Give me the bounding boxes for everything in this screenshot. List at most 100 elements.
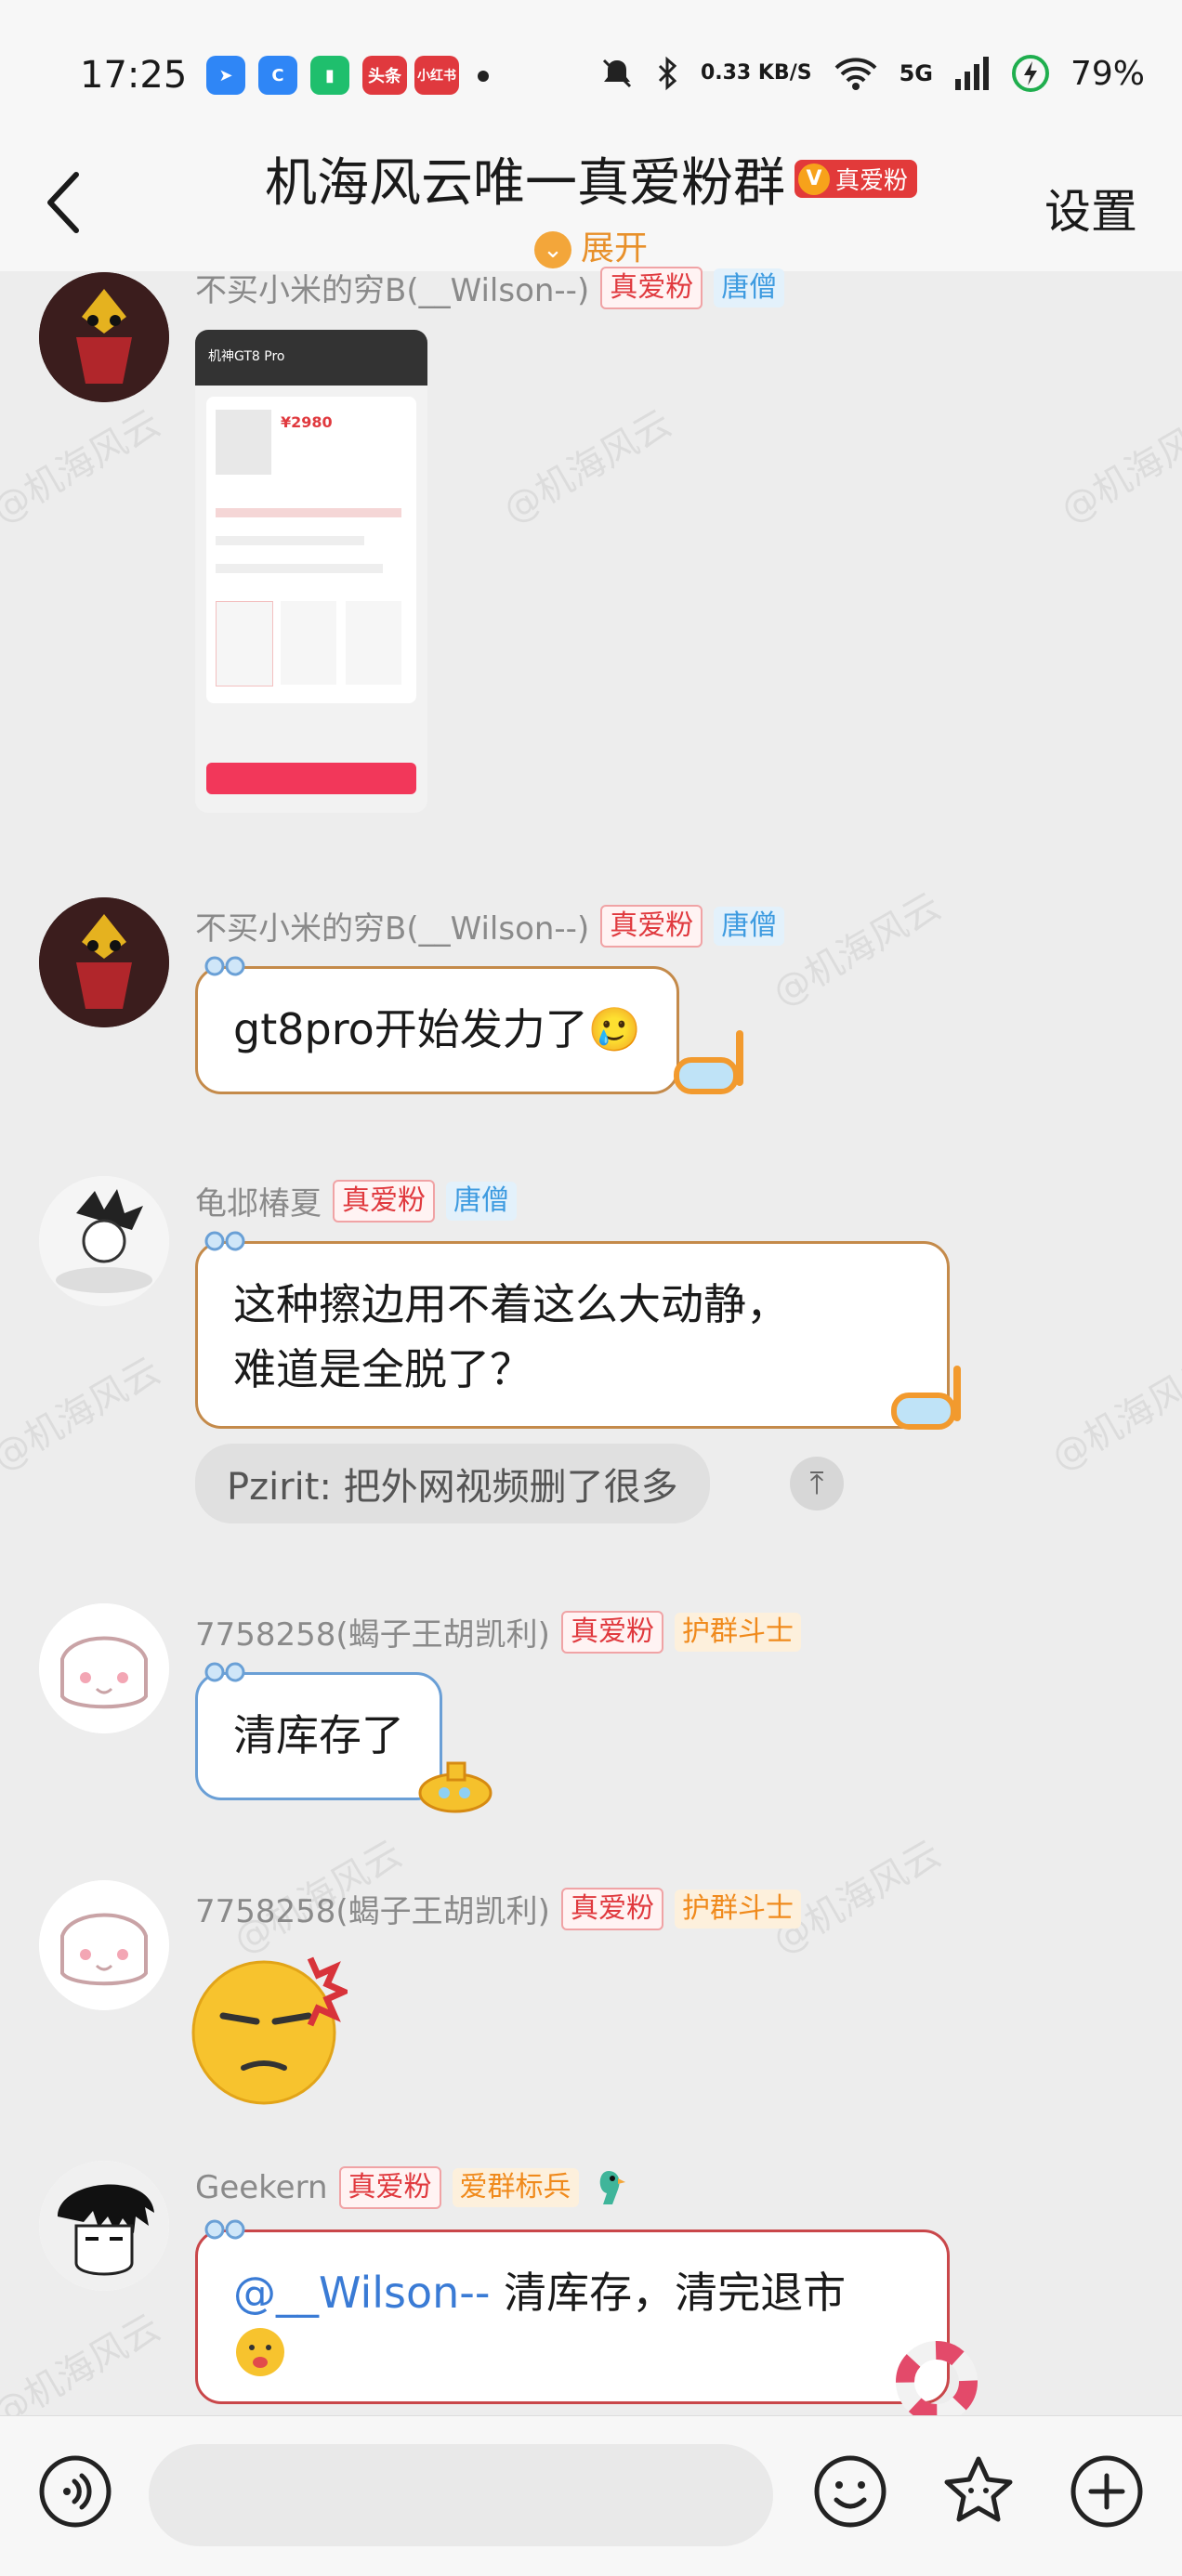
message-bubble[interactable]: gt8pro开始发力了🥲 bbox=[195, 956, 680, 1094]
tag-title: 爱群标兵 bbox=[452, 2168, 579, 2207]
message-emoji bbox=[233, 2325, 912, 2397]
message-input[interactable] bbox=[149, 2444, 773, 2546]
shot-line bbox=[216, 508, 401, 517]
goggles-icon bbox=[204, 1231, 245, 1251]
group-title[interactable]: 机海风云唯一真爱粉群 V 真爱粉 bbox=[0, 141, 1182, 216]
voice-icon[interactable] bbox=[37, 2453, 113, 2530]
avatar-cute-face-image bbox=[39, 1880, 169, 2010]
sender-name[interactable]: 7758258(蝎子王胡凯利) bbox=[195, 1609, 550, 1654]
chevron-down-icon: ⌄ bbox=[533, 231, 571, 268]
avatar[interactable] bbox=[39, 1176, 169, 1306]
tag-fan: 真爱粉 bbox=[600, 904, 703, 948]
star-face-icon[interactable] bbox=[940, 2453, 1017, 2530]
expand-button[interactable]: ⌄ 展开 bbox=[0, 221, 1182, 269]
signal-bars-icon bbox=[954, 57, 989, 90]
shot-buy-button bbox=[206, 763, 416, 794]
sender-name[interactable]: Geekern bbox=[195, 2169, 328, 2206]
watermark: @机海风云 bbox=[0, 401, 168, 532]
bluetooth-icon bbox=[658, 56, 677, 91]
shot-line bbox=[216, 536, 364, 545]
mention-link[interactable]: @__Wilson-- bbox=[233, 2268, 491, 2318]
tag-fan: 真爱粉 bbox=[338, 2166, 441, 2209]
tag-title: 唐僧 bbox=[714, 906, 785, 946]
goggles-icon bbox=[204, 1662, 245, 1682]
avatar[interactable] bbox=[39, 2161, 169, 2291]
xiaohongshu-icon: 小红书 bbox=[414, 56, 459, 95]
notification-dot-icon bbox=[478, 71, 489, 82]
shot-card: ¥2980 bbox=[206, 397, 416, 703]
tencent-news-icon: ➤ bbox=[206, 56, 245, 95]
status-right: 0.33 KB/S 5G 79% bbox=[598, 54, 1145, 93]
watermark: @机海风云 bbox=[495, 401, 679, 532]
image-message[interactable]: 机神GT8 Pro ¥2980 bbox=[195, 330, 427, 813]
mute-bell-icon bbox=[602, 59, 631, 88]
message-text: 清库存，清完退市 bbox=[490, 2268, 847, 2318]
signal-label: 5G bbox=[899, 60, 933, 86]
sender-row: 不买小米的穷B(__Wilson--) 真爱粉 唐僧 bbox=[195, 903, 785, 948]
message-bubble[interactable]: 清库存了 bbox=[195, 1662, 442, 1800]
tag-fan: 真爱粉 bbox=[333, 1179, 435, 1223]
sender-row: 7758258(蝎子王胡凯利) 真爱粉 护群斗士 bbox=[195, 1609, 801, 1654]
emoji-icon[interactable] bbox=[812, 2453, 888, 2530]
battery-level: 79% bbox=[1070, 54, 1145, 93]
goggles-icon bbox=[204, 956, 245, 976]
avatar[interactable] bbox=[39, 272, 169, 402]
shot-thumb bbox=[281, 601, 336, 685]
shot-line bbox=[216, 564, 383, 573]
status-time: 17:25 bbox=[80, 54, 188, 97]
shot-product-image bbox=[216, 410, 271, 475]
kuaikan-icon: C bbox=[258, 56, 297, 95]
shot-thumb bbox=[216, 601, 273, 686]
settings-button[interactable]: 设置 bbox=[1044, 175, 1137, 242]
watermark: @机海风云 bbox=[765, 884, 949, 1015]
sender-row: 7758258(蝎子王胡凯利) 真爱粉 护群斗士 bbox=[195, 1886, 801, 1931]
quoted-reply[interactable]: Pzirit: 把外网视频删了很多 bbox=[195, 1444, 710, 1523]
tag-fan: 真爱粉 bbox=[560, 1610, 663, 1654]
chat-header: 机海风云唯一真爱粉群 V 真爱粉 ⌄ 展开 设置 bbox=[0, 121, 1182, 271]
avatar-robot-image bbox=[39, 897, 169, 1027]
message-bubble[interactable]: @__Wilson-- 清库存，清完退市 bbox=[195, 2219, 950, 2404]
sender-row: 龟邶椿夏 真爱粉 唐僧 bbox=[195, 1178, 517, 1223]
snorkel-mask-icon bbox=[674, 1030, 743, 1094]
avatar-manga-image bbox=[39, 2161, 169, 2291]
life-ring-icon bbox=[896, 2341, 978, 2423]
sender-row: Geekern 真爱粉 爱群标兵 bbox=[195, 2166, 627, 2209]
scroll-to-quote-icon[interactable]: ⤒ bbox=[790, 1457, 844, 1510]
shot-header: 机神GT8 Pro bbox=[195, 330, 427, 386]
shot-price: ¥2980 bbox=[281, 413, 333, 431]
avatar[interactable] bbox=[39, 1603, 169, 1733]
tag-title: 唐僧 bbox=[714, 268, 785, 307]
tag-title: 唐僧 bbox=[446, 1181, 517, 1221]
watermark: @机海风云 bbox=[0, 1349, 168, 1480]
message-text-line-2: 难道是全脱了？ bbox=[233, 1344, 532, 1394]
drooling-face-icon bbox=[236, 2328, 284, 2376]
sender-row: 不买小米的穷B(__Wilson--) 真爱粉 唐僧 bbox=[195, 265, 785, 310]
tag-title: 护群斗士 bbox=[674, 1612, 801, 1652]
fan-v-icon: V bbox=[797, 163, 830, 195]
expand-label: 展开 bbox=[580, 229, 648, 268]
tag-fan: 真爱粉 bbox=[560, 1887, 663, 1930]
watermark: @机海风云 bbox=[1053, 401, 1182, 532]
sender-name[interactable]: 不买小米的穷B(__Wilson--) bbox=[195, 903, 589, 948]
sender-name[interactable]: 不买小米的穷B(__Wilson--) bbox=[195, 265, 589, 310]
group-title-text: 机海风云唯一真爱粉群 bbox=[264, 153, 785, 214]
message-bubble[interactable]: 这种擦边用不着这么大动静， 难道是全脱了？ bbox=[195, 1231, 950, 1429]
parrot-icon bbox=[599, 2171, 625, 2204]
input-bar bbox=[0, 2415, 1182, 2576]
sender-name[interactable]: 龟邶椿夏 bbox=[195, 1178, 322, 1223]
angry-face-icon[interactable] bbox=[190, 1949, 348, 2107]
watermark: @机海风云 bbox=[1044, 1349, 1182, 1480]
sender-name[interactable]: 7758258(蝎子王胡凯利) bbox=[195, 1886, 550, 1931]
avatar[interactable] bbox=[39, 1880, 169, 2010]
message-text: gt8pro开始发力了🥲 bbox=[233, 1004, 642, 1054]
message-text-line-1: 这种擦边用不着这么大动静， bbox=[233, 1279, 789, 1329]
plus-icon[interactable] bbox=[1069, 2453, 1145, 2530]
fan-badge: V 真爱粉 bbox=[794, 160, 917, 198]
fan-badge-label: 真爱粉 bbox=[834, 167, 908, 195]
goggles-icon bbox=[204, 2219, 245, 2240]
battery-manager-icon: ▮ bbox=[310, 56, 349, 95]
avatar-goku-image bbox=[39, 1176, 169, 1306]
tag-fan: 真爱粉 bbox=[600, 266, 703, 309]
message-text: 清库存了 bbox=[233, 1710, 404, 1760]
avatar[interactable] bbox=[39, 897, 169, 1027]
